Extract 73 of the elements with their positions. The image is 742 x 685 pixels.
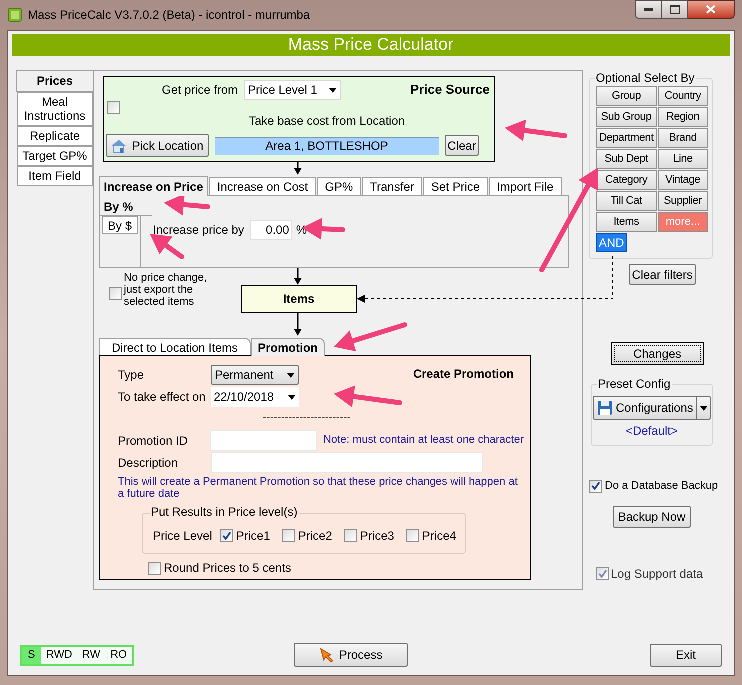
checkbox-label: Round Prices to 5 cents [164, 560, 292, 577]
header-bar: Mass Price Calculator [12, 34, 730, 56]
and-toggle[interactable]: AND [596, 233, 628, 252]
field-label: Take base cost from Location [248, 113, 406, 130]
clear-filters-button[interactable]: Clear filters [629, 264, 696, 285]
field-label: Price Level [153, 528, 212, 544]
panel-title: Price Source [410, 81, 490, 100]
filter-button[interactable]: Supplier [658, 191, 708, 211]
clear-button[interactable]: Clear [445, 135, 479, 156]
field-label: Increase price by [153, 222, 244, 239]
method-tab[interactable]: Import File [489, 177, 562, 195]
checkbox-label: Price4 [422, 528, 456, 544]
configurations-button[interactable]: Configurations [593, 396, 697, 420]
filter-button[interactable]: Group [596, 86, 657, 106]
field-label: Get price from [162, 82, 238, 99]
checkbox-label: No price change, just export the selected items [124, 272, 208, 308]
method-tab[interactable]: Set Price [423, 177, 488, 195]
method-tab[interactable]: GP% [317, 177, 362, 195]
changes-button[interactable]: Changes [611, 342, 704, 365]
filter-button[interactable]: Brand [658, 128, 708, 148]
side-tab[interactable]: Prices [16, 70, 93, 92]
date-picker[interactable]: 22/10/2018 [211, 387, 299, 407]
filter-button[interactable]: Country [658, 86, 708, 106]
filter-button[interactable]: Items [596, 212, 657, 232]
checkbox-label: Price3 [360, 528, 394, 544]
filter-button[interactable]: Till Cat [596, 191, 657, 211]
access-mode[interactable]: RO [106, 646, 132, 664]
filter-button[interactable]: Department [596, 128, 657, 148]
filter-button[interactable]: Category [596, 170, 657, 190]
side-tab[interactable]: Meal Instructions [17, 92, 93, 126]
checkbox-label: Price1 [236, 528, 270, 544]
checkbox-label: Log Support data [611, 566, 704, 582]
price-level-dropdown[interactable]: Price Level 1 [244, 80, 342, 100]
filter-button[interactable]: Sub Dept [596, 149, 657, 169]
note-text: Note: must contain at least one character [323, 433, 524, 448]
side-tab[interactable]: Replicate [17, 126, 93, 146]
method-tab[interactable]: Increase on Price [99, 176, 208, 196]
exit-button[interactable]: Exit [650, 644, 722, 666]
type-dropdown[interactable]: Permanent [211, 365, 299, 385]
access-mode[interactable]: S [22, 646, 42, 664]
sub-tab[interactable]: By $ [102, 216, 138, 234]
backup-now-button[interactable]: Backup Now [613, 506, 691, 528]
group-title: Put Results in Price level(s) [150, 506, 299, 519]
output-tab[interactable]: Direct to Location Items [99, 338, 251, 355]
side-tab[interactable]: Target GP% [17, 146, 93, 166]
pick-location-button[interactable]: Pick Location [106, 134, 209, 157]
process-button[interactable]: Process [294, 643, 408, 667]
filter-button[interactable]: Region [658, 107, 708, 127]
output-tab[interactable]: Promotion [251, 338, 325, 356]
location-field[interactable]: Area 1, BOTTLESHOP [215, 136, 439, 154]
field-label: Promotion ID [118, 432, 190, 450]
items-box: Items [241, 285, 357, 313]
filter-button[interactable]: Line [658, 149, 708, 169]
filter-button[interactable]: Sub Group [596, 107, 657, 127]
info-text: This will create a Permanent Promotion so that these price changes will happen at a future date [118, 476, 518, 500]
separator-text: ------------------------ [263, 411, 352, 425]
field-label: Description [118, 454, 180, 472]
side-tab[interactable]: Item Field [17, 166, 93, 186]
access-mode[interactable]: RW [77, 646, 106, 664]
filter-button[interactable]: Vintage [658, 170, 708, 190]
method-tab[interactable]: Increase on Cost [209, 177, 316, 195]
group-title: Optional Select By [595, 71, 696, 85]
field-label: Type [118, 367, 146, 384]
checkbox-label: Price2 [298, 528, 332, 544]
window-title: Mass PriceCalc V3.7.0.2 (Beta) - icontrol - murrumba [28, 7, 310, 24]
method-tab[interactable]: Transfer [362, 177, 422, 195]
checkbox-label: Do a Database Backup [605, 479, 718, 494]
panel-title: Create Promotion [413, 366, 514, 383]
group-title: Preset Config [597, 377, 672, 391]
access-mode[interactable]: RWD [41, 646, 78, 664]
field-label: To take effect on [118, 389, 207, 406]
percent-field[interactable]: 0.00 [250, 220, 292, 240]
preset-link[interactable]: <Default> [626, 422, 678, 440]
